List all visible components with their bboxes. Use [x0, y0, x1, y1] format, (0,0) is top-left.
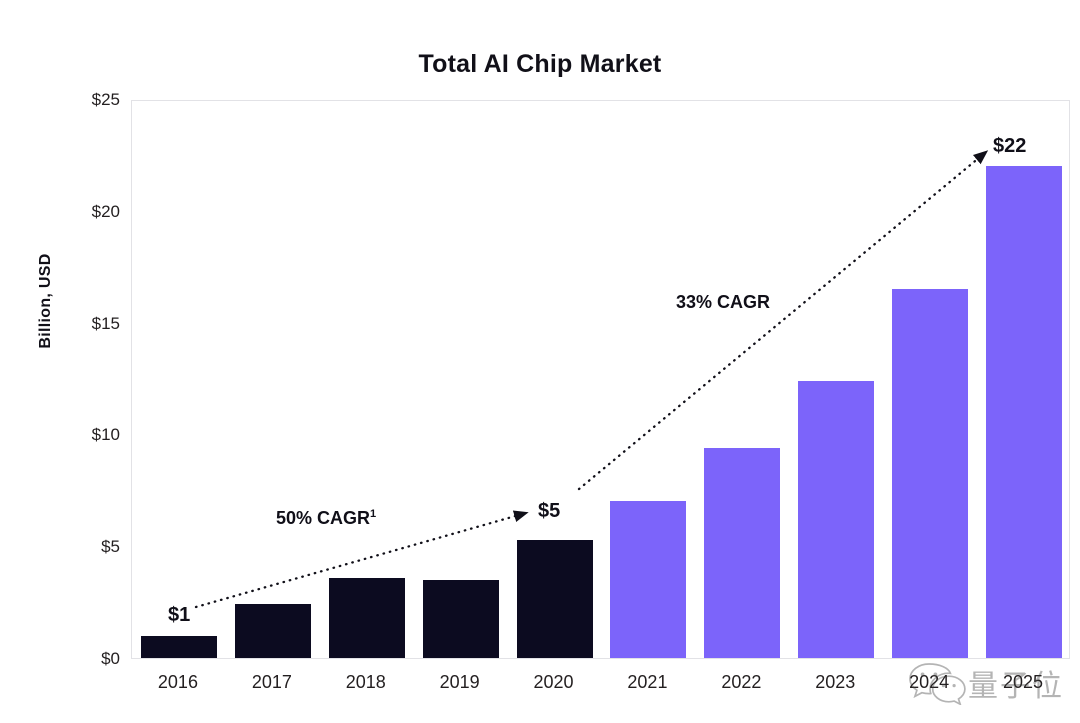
y-axis-tick-25: $25 — [91, 90, 120, 109]
bar-2025[interactable] — [986, 166, 1063, 658]
bar-2016[interactable] — [140, 635, 217, 658]
chart-container: Total AI Chip Market Billion, USD $0 $5 $1… — [0, 0, 1080, 723]
annotation-value-end-2: $22 — [993, 135, 1027, 157]
annotation-cagr-1: 50% CAGR1 — [276, 508, 377, 528]
annotation-value-end-1: $5 — [538, 500, 561, 522]
bar-2022[interactable] — [704, 447, 781, 658]
chart-title: Total AI Chip Market — [418, 50, 662, 78]
y-axis-tick-10: $10 — [91, 425, 120, 445]
bar-2021[interactable] — [610, 501, 687, 658]
y-axis-title: Billion, USD — [37, 253, 54, 349]
annotation-cagr-2: 33% CAGR — [676, 292, 771, 312]
bar-2017[interactable] — [234, 604, 311, 658]
bar-2020[interactable] — [516, 539, 593, 658]
y-axis-tick-20: $20 — [91, 201, 120, 221]
plot-area — [131, 100, 1070, 659]
bar-2023[interactable] — [798, 380, 875, 658]
bar-2024[interactable] — [892, 289, 969, 658]
y-axis-tick-15: $15 — [91, 313, 120, 333]
bar-2018[interactable] — [328, 577, 405, 658]
annotation-value-start-1: $1 — [168, 604, 191, 626]
y-axis-tick-5: $5 — [101, 537, 120, 557]
annotation-footnote-marker: 1 — [370, 508, 377, 520]
bar-2019[interactable] — [422, 579, 499, 658]
x-axis-tick-2025: 2025 — [1003, 672, 1044, 692]
y-axis-tick-0: $0 — [101, 649, 120, 668]
